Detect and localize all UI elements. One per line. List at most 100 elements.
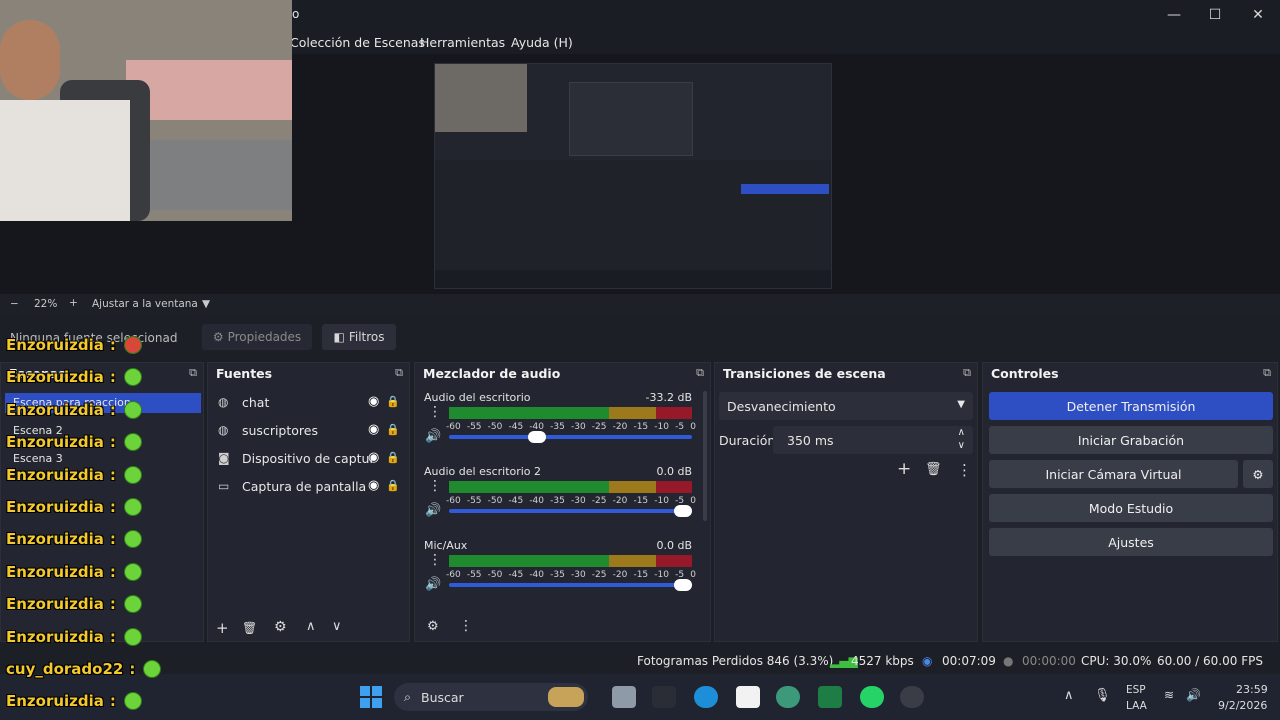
emote-icon <box>123 400 142 419</box>
chat-username: Enzoruizdia <box>6 400 104 419</box>
lock-icon[interactable]: 🔒 <box>386 423 400 436</box>
menu-scene-collection[interactable]: Colección de Escenas <box>290 35 425 50</box>
file-icon[interactable] <box>736 686 760 708</box>
zoom-in-button[interactable]: + <box>69 297 78 309</box>
taskbar-search[interactable]: ⌕ Buscar <box>394 683 588 711</box>
eye-icon[interactable]: ◉ <box>368 478 379 493</box>
meter-ticks: -60 -55 -50 -45 -40 -35 -30 -25 -20 -15 -10 -5 0 <box>446 570 696 580</box>
task-view-icon[interactable] <box>612 686 636 708</box>
language-code[interactable]: ESP <box>1126 684 1146 696</box>
eye-icon[interactable]: ◉ <box>368 394 379 409</box>
trash-icon[interactable]: 🗑 <box>925 462 942 477</box>
virtual-camera-settings-button[interactable]: ⚙ <box>1243 460 1273 488</box>
channel-name: Audio del escritorio 2 <box>424 465 542 478</box>
volume-slider[interactable] <box>449 431 692 443</box>
channel-name: Mic/Aux <box>424 539 468 552</box>
windows-start-icon[interactable] <box>360 686 382 708</box>
bitrate: 4527 kbps <box>851 654 914 668</box>
chat-separator: : <box>109 627 116 646</box>
undock-icon[interactable]: ⧉ <box>395 366 403 380</box>
lock-icon[interactable]: 🔒 <box>386 395 400 408</box>
microphone-icon[interactable]: 🎙 <box>1094 688 1111 703</box>
fit-window-label[interactable]: Ajustar a la ventana <box>92 298 198 310</box>
studio-mode-button[interactable]: Modo Estudio <box>989 494 1273 522</box>
volume-slider[interactable] <box>449 579 692 591</box>
chevron-up-icon[interactable]: ∧ <box>306 619 316 634</box>
eye-icon[interactable]: ◉ <box>368 422 379 437</box>
start-virtual-camera-button[interactable]: Iniciar Cámara Virtual <box>989 460 1238 488</box>
mixer-scrollbar[interactable] <box>703 391 707 521</box>
lock-icon[interactable]: 🔒 <box>386 451 400 464</box>
chevron-down-icon: ▼ <box>957 399 965 410</box>
meter-ticks: -60 -55 -50 -45 -40 -35 -30 -25 -20 -15 -10 -5 0 <box>446 422 696 432</box>
filters-label: Filtros <box>348 330 385 344</box>
search-icon: ⌕ <box>404 689 412 704</box>
zoom-out-button[interactable]: − <box>10 298 19 310</box>
app-icon[interactable] <box>652 686 676 708</box>
volume-slider[interactable] <box>449 505 692 517</box>
speaker-icon[interactable]: 🔊 <box>425 429 441 444</box>
speaker-icon[interactable]: 🔊 <box>1186 688 1201 702</box>
start-recording-button[interactable]: Iniciar Grabación <box>989 426 1273 454</box>
clock-date[interactable]: 9/2/2026 <box>1218 699 1267 712</box>
duration-input[interactable]: 350 ms ∧ ∨ <box>773 426 973 454</box>
menu-help[interactable]: Ayuda (H) <box>511 35 573 50</box>
menu-tools[interactable]: Herramientas <box>420 35 505 50</box>
wifi-icon[interactable]: ≋ <box>1164 688 1174 702</box>
chevron-down-icon[interactable]: ∨ <box>958 440 965 451</box>
emote-icon <box>123 498 142 516</box>
channel-menu-icon[interactable]: ⋮ <box>428 478 442 494</box>
meter-tick-label: -55 <box>466 496 482 506</box>
whatsapp-icon[interactable] <box>860 686 884 708</box>
nested-obs-image <box>435 160 831 270</box>
volume-slider-knob[interactable] <box>674 505 692 517</box>
eye-icon[interactable]: ◉ <box>368 450 379 465</box>
mixer-menu-icon[interactable]: ⋮ <box>459 618 473 634</box>
excel-icon[interactable] <box>818 686 842 708</box>
undock-icon[interactable]: ⧉ <box>963 366 971 380</box>
bed-image <box>126 60 292 120</box>
dropped-frames: Fotogramas Perdidos 846 (3.3%) <box>637 654 834 668</box>
channel-menu-icon[interactable]: ⋮ <box>428 404 442 420</box>
mixer-gear-icon[interactable]: ⚙ <box>427 619 439 634</box>
chat-message: Enzoruizdia: <box>6 530 142 549</box>
chevron-up-icon[interactable]: ∧ <box>958 427 965 438</box>
settings-button[interactable]: Ajustes <box>989 528 1273 556</box>
filters-button[interactable]: ◧ Filtros <box>322 324 396 350</box>
transition-select[interactable]: Desvanecimiento ▼ <box>719 392 973 420</box>
meter-tick-label: -45 <box>508 570 524 580</box>
stop-streaming-button[interactable]: Detener Transmisión <box>989 392 1273 420</box>
chevron-down-icon[interactable]: ∨ <box>332 619 342 634</box>
chat-separator: : <box>109 336 116 354</box>
minimize-button[interactable]: — <box>1152 0 1196 30</box>
emote-icon <box>123 530 142 549</box>
globe-app-icon[interactable] <box>776 686 800 708</box>
undock-icon[interactable]: ⧉ <box>696 366 704 380</box>
undock-icon[interactable]: ⧉ <box>1263 366 1271 380</box>
transition-menu-icon[interactable]: ⋮ <box>957 461 972 479</box>
chevron-up-icon[interactable]: ∧ <box>1064 688 1074 703</box>
add-transition-button[interactable]: + <box>897 459 911 479</box>
speaker-icon[interactable]: 🔊 <box>425 577 441 592</box>
clock-time[interactable]: 23:59 <box>1236 683 1268 696</box>
cpu-usage: CPU: 30.0% <box>1081 654 1152 668</box>
meter-tick-label: -60 <box>446 422 461 432</box>
speaker-icon[interactable]: 🔊 <box>425 503 441 518</box>
stream-icon: ◉ <box>922 654 933 668</box>
channel-menu-icon[interactable]: ⋮ <box>428 552 442 568</box>
nested-webcam-image <box>435 64 527 132</box>
lock-icon[interactable]: 🔒 <box>386 479 400 492</box>
maximize-button[interactable]: ☐ <box>1193 0 1237 30</box>
keyboard-layout[interactable]: LAA <box>1126 700 1147 712</box>
edge-icon[interactable] <box>694 686 718 708</box>
nested-stream-button <box>741 184 829 194</box>
obs-icon[interactable] <box>900 686 924 708</box>
meter-tick-label: -45 <box>508 422 524 432</box>
close-button[interactable]: ✕ <box>1236 0 1280 30</box>
chat-message: Enzoruizdia: <box>6 433 142 452</box>
emote-icon <box>123 368 142 387</box>
volume-slider-knob[interactable] <box>674 579 692 591</box>
volume-slider-knob[interactable] <box>527 431 546 443</box>
chevron-down-icon[interactable]: ▼ <box>202 298 210 310</box>
meter-tick-label: -30 <box>570 422 586 432</box>
